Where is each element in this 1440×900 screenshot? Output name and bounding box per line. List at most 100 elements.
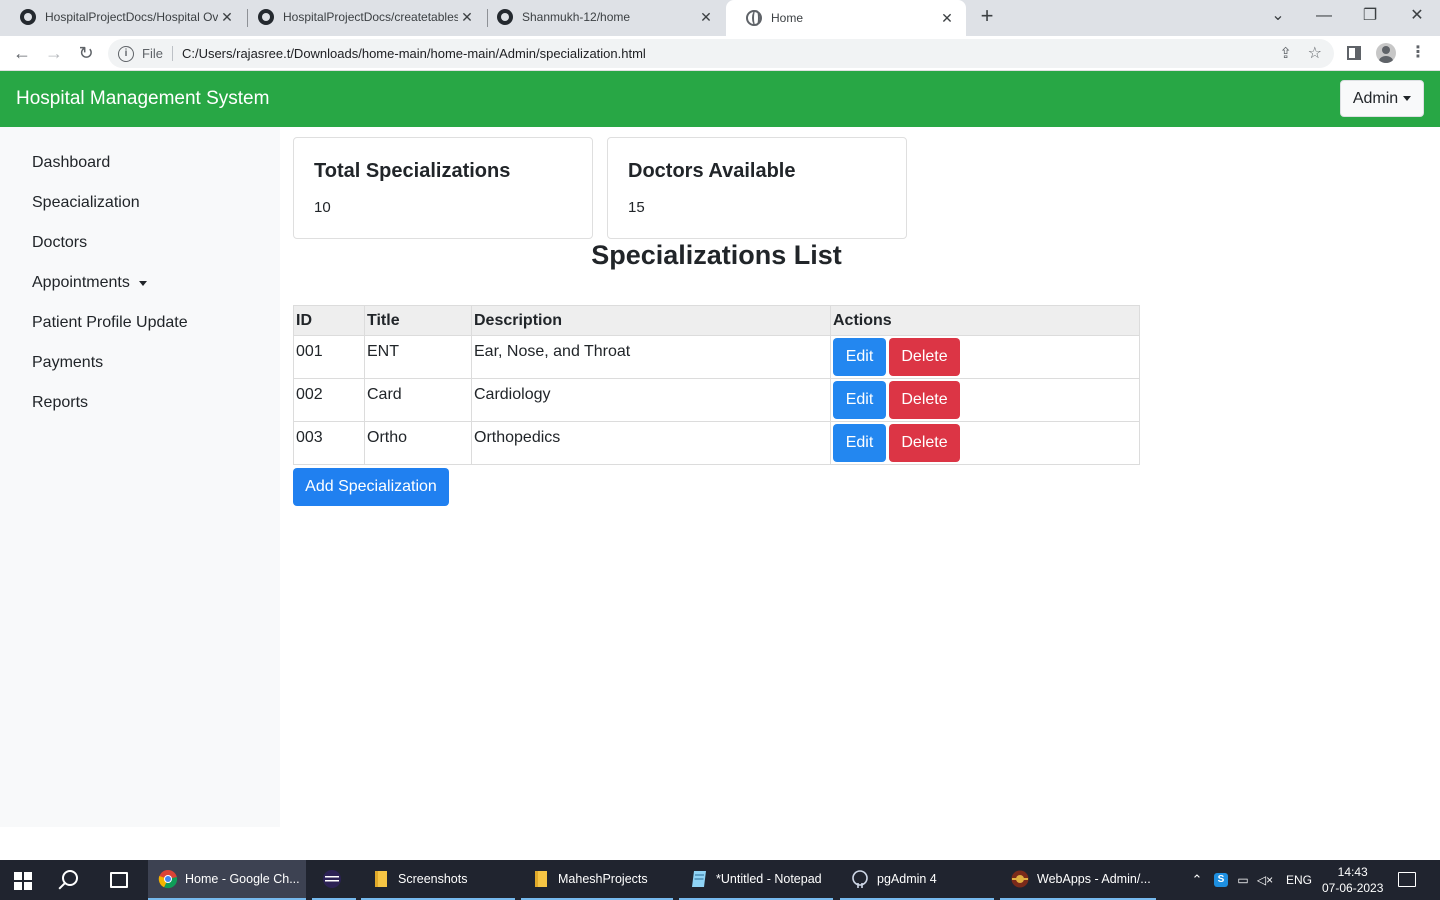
browser-tab-active[interactable]: Home ✕ — [726, 0, 966, 36]
sidebar-item-payments[interactable]: Payments — [32, 354, 103, 372]
browser-tab[interactable]: HospitalProjectDocs/Hospital Ov ✕ — [0, 0, 246, 34]
sidebar-item-doctors[interactable]: Doctors — [32, 234, 87, 252]
taskbar-app-eclipse[interactable] — [312, 860, 356, 900]
column-header-id: ID — [293, 305, 365, 336]
speaker-muted-icon[interactable]: ◁× — [1256, 873, 1274, 887]
chevron-up-icon[interactable]: ⌃ — [1188, 872, 1206, 888]
tab-title: Shanmukh-12/home — [522, 10, 631, 24]
sidebar-item-label: Appointments — [32, 274, 130, 291]
windows-start-icon[interactable] — [14, 872, 32, 890]
taskbar-app-webapps[interactable]: WebApps - Admin/... — [1000, 860, 1156, 900]
cell-actions: Edit Delete — [830, 335, 1140, 379]
close-icon[interactable]: ✕ — [458, 8, 476, 26]
edit-button[interactable]: Edit — [833, 381, 886, 419]
window-close-icon[interactable]: ✕ — [1405, 4, 1429, 28]
eclipse-icon — [323, 870, 341, 888]
cell-actions: Edit Delete — [830, 378, 1140, 422]
folder-icon — [375, 871, 387, 887]
elephant-icon — [852, 870, 868, 888]
taskbar-app-chrome[interactable]: Home - Google Ch... — [148, 860, 306, 900]
cell-id: 003 — [293, 421, 365, 465]
skype-icon[interactable]: S — [1214, 873, 1228, 887]
network-icon[interactable]: ▭ — [1234, 873, 1252, 887]
browser-tab[interactable]: Shanmukh-12/home ✕ — [477, 0, 725, 34]
cell-title: Ortho — [364, 421, 472, 465]
close-icon[interactable]: ✕ — [218, 8, 236, 26]
task-view-icon[interactable] — [110, 872, 128, 888]
sidebar-item-reports[interactable]: Reports — [32, 394, 88, 412]
bookmark-star-icon[interactable]: ☆ — [1308, 43, 1322, 63]
cell-id: 002 — [293, 378, 365, 422]
table-header-row: ID Title Description Actions — [293, 305, 1140, 336]
reload-icon[interactable]: ↻ — [74, 41, 98, 65]
delete-button[interactable]: Delete — [889, 424, 960, 462]
table-row: 002 Card Cardiology Edit Delete — [293, 378, 1140, 422]
sidebar-item-specialization[interactable]: Speacialization — [32, 194, 140, 212]
add-specialization-button[interactable]: Add Specialization — [293, 468, 449, 506]
card-value: 15 — [628, 199, 645, 216]
sidebar-item-dashboard[interactable]: Dashboard — [32, 154, 110, 172]
github-icon — [20, 9, 36, 25]
address-bar[interactable]: i File C:/Users/rajasree.t/Downloads/hom… — [108, 39, 1334, 68]
admin-label: Admin — [1352, 89, 1399, 107]
side-panel-icon[interactable] — [1343, 42, 1365, 64]
card-title: Doctors Available — [628, 160, 796, 182]
close-icon[interactable]: ✕ — [938, 9, 956, 27]
tab-title: HospitalProjectDocs/createtables — [283, 10, 458, 24]
share-icon[interactable]: ⇪ — [1279, 44, 1292, 62]
notification-icon[interactable] — [1398, 872, 1416, 887]
system-tray: ⌃ S ▭ ◁× ENG — [1188, 860, 1312, 900]
admin-dropdown-button[interactable]: Admin — [1340, 80, 1424, 117]
address-scheme: File — [142, 46, 173, 61]
minimize-icon[interactable]: — — [1312, 4, 1336, 28]
sidebar-item-patient-profile-update[interactable]: Patient Profile Update — [32, 314, 188, 332]
cell-id: 001 — [293, 335, 365, 379]
restore-icon[interactable]: ❐ — [1358, 4, 1382, 28]
tab-search-icon[interactable]: ⌄ — [1266, 4, 1290, 28]
sidebar-item-label: Dashboard — [32, 154, 111, 171]
github-icon — [258, 9, 274, 25]
browser-tab-strip: HospitalProjectDocs/Hospital Ov ✕ Hospit… — [0, 0, 1440, 36]
delete-button[interactable]: Delete — [889, 381, 960, 419]
new-tab-icon[interactable]: + — [976, 5, 998, 28]
search-icon[interactable] — [62, 870, 78, 886]
windows-taskbar: Home - Google Ch... Screenshots MaheshPr… — [0, 860, 1440, 900]
system-clock[interactable]: 14:43 07-06-2023 — [1322, 864, 1383, 896]
column-header-description: Description — [471, 305, 831, 336]
sidebar-item-appointments[interactable]: Appointments — [32, 274, 147, 292]
menu-kebab-icon[interactable]: ⋮ — [1407, 42, 1429, 64]
cell-description: Cardiology — [471, 378, 831, 422]
taskbar-app-label: Home - Google Ch... — [185, 872, 300, 886]
taskbar-app-screenshots[interactable]: Screenshots — [361, 860, 515, 900]
app-brand[interactable]: Hospital Management System — [16, 88, 269, 110]
tab-title: HospitalProjectDocs/Hospital Ov — [45, 10, 218, 24]
taskbar-app-pgadmin[interactable]: pgAdmin 4 — [840, 860, 994, 900]
taskbar-app-maheshprojects[interactable]: MaheshProjects — [521, 860, 673, 900]
taskbar-app-label: Screenshots — [398, 872, 468, 886]
close-icon[interactable]: ✕ — [697, 8, 715, 26]
taskbar-app-label: *Untitled - Notepad — [716, 872, 822, 886]
forward-icon[interactable]: → — [42, 41, 66, 65]
sidebar-item-label: Reports — [32, 394, 89, 411]
cell-description: Orthopedics — [471, 421, 831, 465]
address-url[interactable]: C:/Users/rajasree.t/Downloads/home-main/… — [182, 46, 646, 61]
sidebar: Dashboard Speacialization Doctors Appoin… — [0, 127, 280, 827]
page-title: Specializations List — [591, 240, 842, 270]
profile-icon[interactable] — [1375, 42, 1397, 64]
edit-button[interactable]: Edit — [833, 424, 886, 462]
browser-tab[interactable]: HospitalProjectDocs/createtables ✕ — [238, 0, 486, 34]
cell-title: ENT — [364, 335, 472, 379]
sidebar-item-label: Speacialization — [32, 194, 140, 211]
language-indicator[interactable]: ENG — [1286, 873, 1312, 887]
chrome-icon — [158, 870, 178, 889]
info-icon[interactable]: i — [118, 45, 134, 62]
taskbar-app-label: pgAdmin 4 — [877, 872, 937, 886]
edit-button[interactable]: Edit — [833, 338, 886, 376]
back-icon[interactable]: ← — [10, 41, 34, 65]
globe-icon — [746, 10, 762, 26]
delete-button[interactable]: Delete — [889, 338, 960, 376]
table-row: 003 Ortho Orthopedics Edit Delete — [293, 421, 1140, 465]
cell-title: Card — [364, 378, 472, 422]
taskbar-app-notepad[interactable]: *Untitled - Notepad — [679, 860, 833, 900]
stat-card-total-specializations: Total Specializations 10 — [293, 137, 593, 239]
